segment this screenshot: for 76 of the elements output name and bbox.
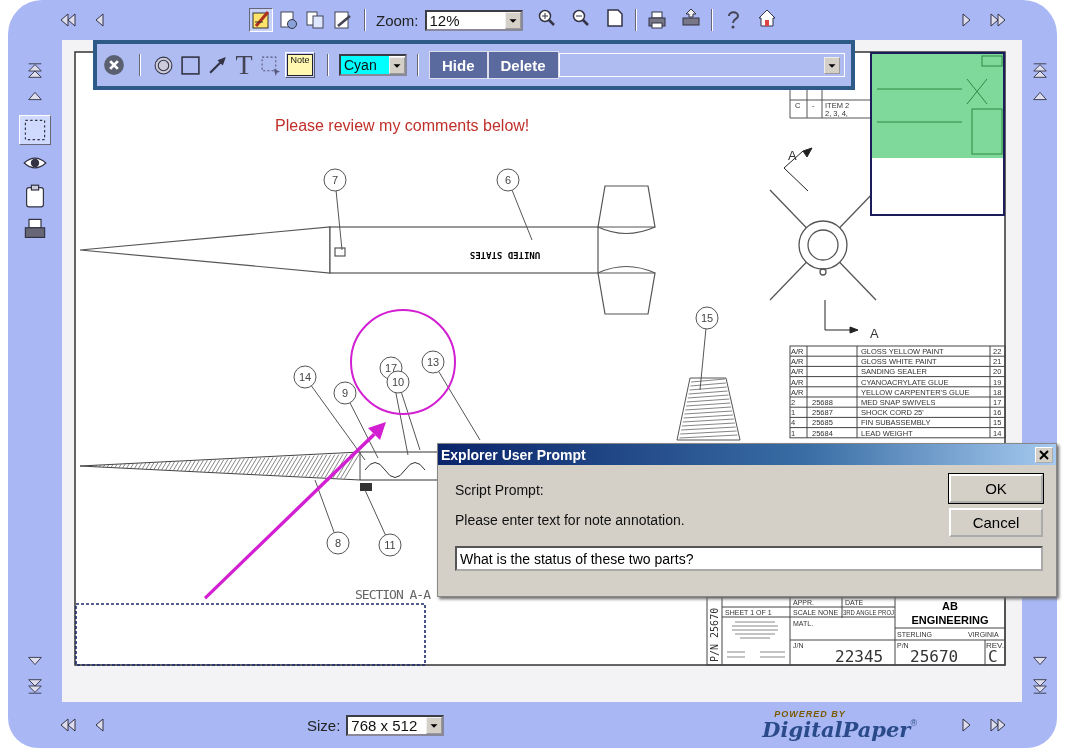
section-letter: A xyxy=(870,326,879,341)
printer-icon[interactable] xyxy=(23,217,47,241)
balloon-callout: 6 xyxy=(496,168,520,192)
stamp-text: UNITED STATES xyxy=(469,250,541,260)
table-cell: REV. xyxy=(986,641,1004,650)
revision-letter: C xyxy=(988,647,998,666)
close-icon xyxy=(1036,447,1052,462)
pages-icon[interactable] xyxy=(305,10,325,30)
section-letter: A xyxy=(788,148,797,163)
hatched-part-drawing xyxy=(676,377,741,441)
double-left-arrow-icon[interactable] xyxy=(58,715,78,735)
prompt-label: Script Prompt: xyxy=(455,482,545,498)
zoom-out-icon[interactable] xyxy=(570,8,591,28)
close-button[interactable] xyxy=(1035,446,1053,463)
home-icon[interactable] xyxy=(756,8,777,28)
zoom-label: Zoom: xyxy=(376,11,419,29)
double-right-arrow-icon[interactable] xyxy=(988,10,1008,30)
section-arrow xyxy=(824,299,859,334)
leader-line xyxy=(511,189,533,241)
printer-icon[interactable] xyxy=(646,10,667,30)
part-number-text: P/N 25670 xyxy=(709,607,720,662)
color-select[interactable]: Cyan xyxy=(339,54,407,76)
circle-icon[interactable] xyxy=(153,54,174,76)
arrow-icon[interactable] xyxy=(207,54,228,76)
dialog-button[interactable]: OK xyxy=(949,474,1043,503)
size-select[interactable]: 768 x 512 xyxy=(346,714,445,736)
printer-arrow-icon[interactable] xyxy=(680,8,701,28)
toolbar-button[interactable]: Hide xyxy=(429,51,488,79)
fine-print-drawing xyxy=(726,621,786,658)
table-cell: 3RD ANGLE PROJ xyxy=(843,608,912,617)
toolbar-button[interactable]: Delete xyxy=(487,51,559,79)
dialog-title: Explorer User Prompt xyxy=(441,446,586,463)
leader-line xyxy=(364,489,386,536)
close-icon[interactable] xyxy=(103,54,125,76)
balloon-callout: 14 xyxy=(293,365,317,389)
company-name: ENGINEERING xyxy=(911,614,989,626)
note-icon[interactable]: Note xyxy=(287,54,313,76)
logo-text: DigitalPaper xyxy=(762,719,911,740)
page-gear-icon[interactable] xyxy=(278,10,298,30)
logo-tagline: POWERED BY xyxy=(774,710,847,719)
comment-text: Please review my comments below! xyxy=(275,117,530,134)
rectangle-icon[interactable] xyxy=(180,54,201,76)
job-number: 22345 xyxy=(835,647,884,666)
double-up-arrow-icon[interactable] xyxy=(26,62,44,80)
dashed-selection-icon[interactable] xyxy=(23,118,47,142)
balloon-callout: 7 xyxy=(323,168,347,192)
balloon-callout: 11 xyxy=(378,533,402,557)
zoom-select[interactable]: 12% xyxy=(424,9,523,31)
leader-line xyxy=(438,370,481,441)
double-left-arrow-icon[interactable] xyxy=(58,10,78,30)
double-up-arrow-icon[interactable] xyxy=(1030,62,1049,80)
size-label: Size: xyxy=(307,716,341,734)
balloon-callout: 15 xyxy=(695,306,719,330)
double-down-arrow-icon[interactable] xyxy=(26,677,44,695)
leader-line xyxy=(335,190,343,251)
dialog-button[interactable]: Cancel xyxy=(949,508,1043,537)
company-name: AB xyxy=(942,600,958,612)
balloon-callout: 9 xyxy=(333,381,357,405)
double-down-arrow-icon[interactable] xyxy=(1030,677,1049,695)
clipboard-icon[interactable] xyxy=(23,184,47,208)
pencil-note-icon[interactable] xyxy=(251,10,271,30)
balloon-callout: 8 xyxy=(326,531,350,555)
zoom-in-icon[interactable] xyxy=(536,8,557,28)
text-input[interactable]: What is the status of these two parts? xyxy=(455,546,1043,571)
prompt-message: Please enter text for note annotation. xyxy=(455,512,686,528)
part-number-text: 25670 xyxy=(910,647,959,666)
leader-line xyxy=(400,391,421,451)
page-icon[interactable] xyxy=(604,8,625,28)
text-tool-button[interactable]: T xyxy=(232,52,256,78)
section-label: SECTION A-A xyxy=(355,587,431,602)
leader-line xyxy=(699,328,707,391)
page-pencil-icon[interactable] xyxy=(332,10,352,30)
section-arrow xyxy=(783,147,813,192)
balloon-callout: 13 xyxy=(421,350,445,374)
leader-line xyxy=(314,479,335,534)
double-right-arrow-icon[interactable] xyxy=(988,715,1008,735)
